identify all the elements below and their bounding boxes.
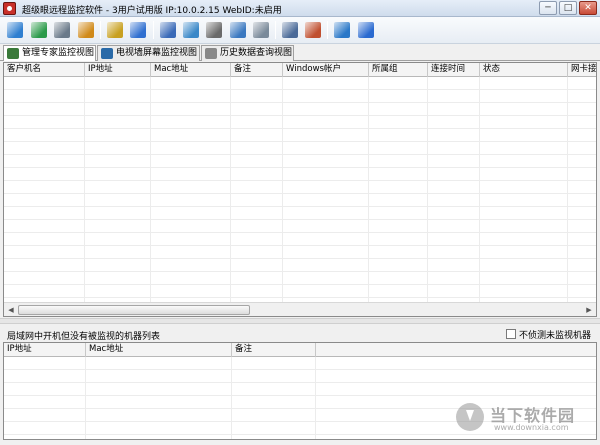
column-header-mac[interactable]: Mac地址 <box>151 63 231 77</box>
app-logo-icon <box>3 2 16 15</box>
toolbar-button-2[interactable] <box>29 20 49 40</box>
toolbar-button-1[interactable] <box>5 20 25 40</box>
column-header-status[interactable]: 状态 <box>480 63 568 77</box>
tv-wall-icon <box>101 48 113 59</box>
column-divider <box>479 77 480 303</box>
toolbar-button-11[interactable] <box>251 20 271 40</box>
gear-icon <box>54 22 70 38</box>
toolbar-button-14[interactable] <box>332 20 352 40</box>
toolbar-button-3[interactable] <box>52 20 72 40</box>
title-bar: 超级眼远程监控软件 - 3用户试用版 IP:10.0.2.15 WebID:未启… <box>0 0 600 17</box>
horizontal-scrollbar[interactable]: ◀ ▶ <box>4 302 596 316</box>
column-header-mac[interactable]: Mac地址 <box>86 343 232 357</box>
column-header-connect-time[interactable]: 连接时间 <box>428 63 480 77</box>
unmonitored-table-header: IP地址 Mac地址 备注 <box>4 343 596 357</box>
toolbar-separator <box>275 21 276 39</box>
column-divider <box>567 77 568 303</box>
notepad-icon <box>205 48 217 59</box>
client-table-header: 客户机名 IP地址 Mac地址 备注 Windows帐户 所属组 连接时间 状态… <box>4 63 596 77</box>
column-divider <box>84 77 85 303</box>
close-button[interactable]: ✕ <box>579 1 597 15</box>
tab-label: 管理专家监控视图 <box>22 48 95 58</box>
key-icon <box>107 22 123 38</box>
toolbar-separator <box>100 21 101 39</box>
camera-icon <box>206 22 222 38</box>
panel-splitter[interactable] <box>0 318 600 324</box>
column-divider <box>282 77 283 303</box>
column-header-note[interactable]: 备注 <box>232 343 316 357</box>
tab-management-view[interactable]: 管理专家监控视图 <box>3 45 96 61</box>
toolbar-button-10[interactable] <box>228 20 248 40</box>
windows-icon <box>230 22 246 38</box>
column-divider <box>368 77 369 303</box>
column-header-ip[interactable]: IP地址 <box>4 343 86 357</box>
scrollbar-thumb[interactable] <box>18 305 250 315</box>
monitor-icon <box>160 22 176 38</box>
lower-panel-title: 局域网中开机但没有被监视的机器列表 <box>7 332 161 342</box>
client-table[interactable]: 客户机名 IP地址 Mac地址 备注 Windows帐户 所属组 连接时间 状态… <box>3 62 597 317</box>
column-divider <box>230 77 231 303</box>
tab-history-view[interactable]: 历史数据查询视图 <box>201 45 294 61</box>
checkbox-label: 不侦测未监视机器 <box>518 331 591 341</box>
window-title: 超级眼远程监控软件 - 3用户试用版 IP:10.0.2.15 WebID:未启… <box>22 6 282 16</box>
column-header-ip[interactable]: IP地址 <box>85 63 151 77</box>
watermark-url: www.downxia.com <box>494 423 569 432</box>
users-icon <box>78 22 94 38</box>
disk-icon <box>253 22 269 38</box>
folder-icon <box>7 22 23 38</box>
minimize-button[interactable]: ─ <box>539 1 557 15</box>
toolbar <box>0 17 600 44</box>
toolbar-button-5[interactable] <box>105 20 125 40</box>
pin-icon <box>130 22 146 38</box>
scroll-left-arrow-icon[interactable]: ◀ <box>5 304 17 316</box>
column-divider <box>427 77 428 303</box>
column-header-group[interactable]: 所属组 <box>369 63 428 77</box>
people-icon <box>7 48 19 59</box>
column-header-client-name[interactable]: 客户机名 <box>4 63 85 77</box>
toolbar-button-15[interactable] <box>356 20 376 40</box>
toolbar-button-13[interactable] <box>303 20 323 40</box>
tab-label: 电视墙屏幕监控视图 <box>116 48 198 58</box>
site-watermark: 当下软件园 www.downxia.com <box>456 401 586 435</box>
column-header-nic[interactable]: 网卡接 <box>568 63 596 77</box>
tab-tv-wall-view[interactable]: 电视墙屏幕监控视图 <box>97 45 200 61</box>
toolbar-button-7[interactable] <box>158 20 178 40</box>
tab-label: 历史数据查询视图 <box>220 48 293 58</box>
toolbar-separator <box>327 21 328 39</box>
column-divider <box>315 357 316 439</box>
skip-unmonitored-checkbox[interactable]: 不侦测未监视机器 <box>505 328 591 341</box>
print-icon <box>305 22 321 38</box>
window-controls: ─ □ ✕ <box>539 1 597 15</box>
help-icon <box>358 22 374 38</box>
column-header-note[interactable]: 备注 <box>231 63 283 77</box>
toolbar-button-6[interactable] <box>128 20 148 40</box>
client-table-body[interactable] <box>4 77 596 303</box>
download-arrow-icon <box>456 403 484 431</box>
mail-icon <box>183 22 199 38</box>
server-icon <box>282 22 298 38</box>
toolbar-button-8[interactable] <box>181 20 201 40</box>
column-header-windows-account[interactable]: Windows帐户 <box>283 63 369 77</box>
maximize-button[interactable]: □ <box>559 1 577 15</box>
toolbar-button-4[interactable] <box>76 20 96 40</box>
globe-icon <box>31 22 47 38</box>
view-tabs: 管理专家监控视图 电视墙屏幕监控视图 历史数据查询视图 <box>0 44 600 61</box>
column-divider <box>150 77 151 303</box>
column-divider <box>231 357 232 439</box>
toolbar-separator <box>153 21 154 39</box>
scroll-right-arrow-icon[interactable]: ▶ <box>583 304 595 316</box>
toolbar-button-9[interactable] <box>204 20 224 40</box>
lower-panel-header: 局域网中开机但没有被监视的机器列表 不侦测未监视机器 <box>3 326 597 342</box>
cart-icon <box>334 22 350 38</box>
checkbox-box[interactable] <box>505 329 516 339</box>
toolbar-button-12[interactable] <box>280 20 300 40</box>
column-divider <box>85 357 86 439</box>
